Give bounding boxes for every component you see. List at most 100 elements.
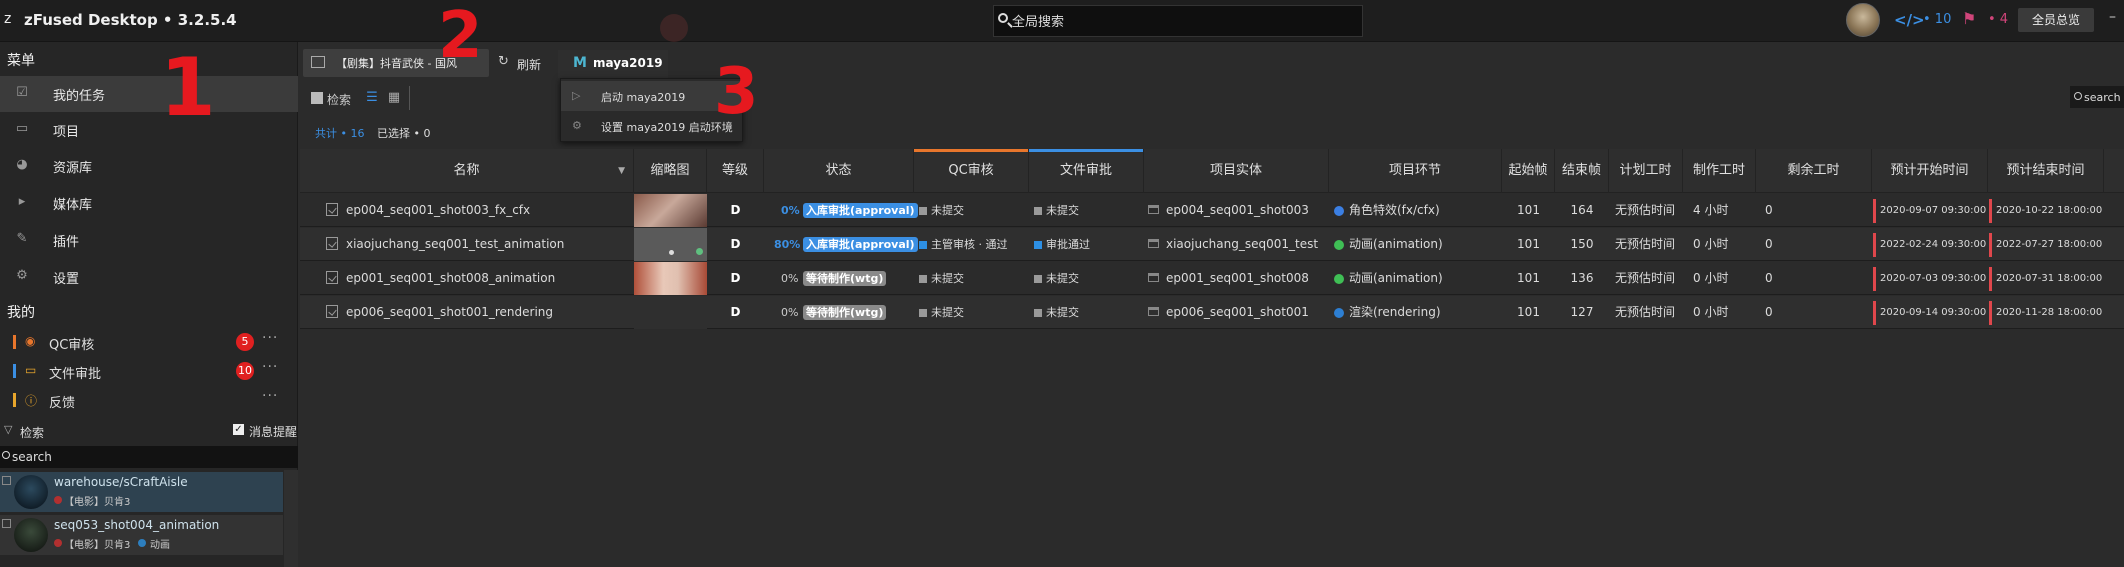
launch-maya-tab[interactable]: M maya2019 [558,50,668,78]
task-progress: 0% [781,204,800,217]
column-header-thumbnail[interactable]: 缩略图 [634,149,707,193]
launch-tab-label: maya2019 [593,56,663,70]
minimize-icon[interactable]: – [2109,9,2116,25]
user-avatar[interactable] [1846,3,1880,37]
asset-checkbox[interactable] [2,519,11,528]
task-entity: ep001_seq001_shot008 [1166,271,1309,285]
total-count: 共计 • 16 [315,127,365,140]
grid-view-icon[interactable]: ▦ [384,86,404,110]
project-dot [54,496,62,504]
qc-status: 未提交 [931,204,964,217]
start-time: 2022-02-24 09:30:00 [1880,239,1987,250]
column-header-plan-hours[interactable]: 计划工时 [1609,149,1683,193]
start-frame: 101 [1517,203,1540,217]
sidebar-item-label: 资源库 [53,161,93,176]
column-header-stage[interactable]: 项目环节 [1329,149,1502,193]
task-search-input[interactable] [2084,88,2124,106]
column-header-qc[interactable]: QC审核 [914,149,1029,193]
sidebar-search-input[interactable] [12,448,282,466]
column-header-start-time[interactable]: 预计开始时间 [1872,149,1988,193]
gear-icon: ⚙ [16,268,28,283]
table-row[interactable]: ep006_seq001_shot001_rendering D 0% 等待制作… [300,296,2124,329]
plan-hours: 无预估时间 [1615,203,1676,217]
plan-hours: 无预估时间 [1615,237,1676,251]
task-name: ep004_seq001_shot003_fx_cfx [346,203,531,217]
asset-card[interactable]: warehouse/sCraftAisle 【电影】贝肯3 [0,472,283,512]
sidebar-item-label: 我的任务 [53,89,106,104]
column-header-end-frame[interactable]: 结束帧 [1555,149,1609,193]
column-label: 名称 [453,163,480,178]
start-frame: 101 [1517,271,1540,285]
remain-hours: 0 [1765,237,1773,251]
list-view-icon[interactable]: ☰ [362,86,382,110]
stage-dot [1334,240,1344,250]
file-status: 未提交 [1046,272,1079,285]
qc-status-square [919,275,927,283]
tag-icon[interactable]: ⚑ [1962,9,1976,28]
status-badge: 等待制作(wtg) [803,305,887,320]
column-header-status[interactable]: 状态 [764,149,914,193]
task-entity: xiaojuchang_seq001_test [1166,237,1319,251]
remain-hours: 0 [1765,203,1773,217]
filter-icon[interactable]: ▽ [4,423,12,436]
file-status: 未提交 [1046,204,1079,217]
sidebar-item-settings[interactable]: ⚙ 设置 [0,259,298,295]
column-header-entity[interactable]: 项目实体 [1144,149,1329,193]
column-header-name[interactable]: 名称 ▼ [300,149,634,193]
qc-status: 未提交 [931,306,964,319]
sidebar-item-file-approval[interactable]: ▭ 文件审批 10 ··· [0,357,298,385]
column-header-level[interactable]: 等级 [707,149,764,193]
end-frame: 136 [1570,271,1594,285]
search-icon [2,451,10,459]
sidebar-item-projects[interactable]: ▭ 项目 [0,112,298,148]
sidebar-item-feedback[interactable]: ⓘ 反馈 ··· [0,386,298,414]
date-bar [1989,301,1992,325]
more-icon[interactable]: ··· [262,388,278,404]
tag-count: • 4 [1988,12,2009,27]
overview-button[interactable]: 全员总览 [2018,8,2094,32]
refresh-button[interactable]: 刷新 [517,56,541,73]
column-header-remain-hours[interactable]: 剩余工时 [1756,149,1872,193]
sidebar-item-plugins[interactable]: ✎ 插件 [0,222,298,258]
task-level: D [730,237,741,251]
task-icon [326,271,338,284]
column-header-file-approval[interactable]: 文件审批 [1029,149,1144,193]
global-search-field[interactable] [993,5,1363,37]
date-bar [1873,199,1876,223]
more-icon[interactable]: ··· [262,359,278,375]
column-header-start-frame[interactable]: 起始帧 [1502,149,1555,193]
remain-hours: 0 [1765,305,1773,319]
sidebar-item-media-library[interactable]: ▸ 媒体库 [0,185,298,221]
search-checkbox[interactable] [311,92,323,104]
asset-card[interactable]: seq053_shot004_animation 【电影】贝肯3 动画 [0,515,283,555]
table-row[interactable]: ep004_seq001_shot003_fx_cfx D 0% 入库审批(ap… [300,194,2124,227]
menu-item-label: 设置 maya2019 启动环境 [601,121,733,134]
global-search-input[interactable] [1012,12,1352,32]
sidebar-scrollbar[interactable] [284,470,298,567]
gear-icon: ⚙ [572,119,582,132]
task-name: ep006_seq001_shot001_rendering [346,305,554,319]
status-badge: 入库审批(approval) [803,237,918,252]
more-icon[interactable]: ··· [262,330,278,346]
task-search-field[interactable] [2070,86,2124,108]
table-row[interactable]: xiaojuchang_seq001_test_animation D 80% … [300,228,2124,261]
accent-bar [1029,149,1143,152]
column-header-end-time[interactable]: 预计结束时间 [1988,149,2104,193]
table-row[interactable]: ep001_seq001_shot008_animation D 0% 等待制作… [300,262,2124,295]
file-status-square [1034,275,1042,283]
sidebar-item-asset-library[interactable]: ◕ 资源库 [0,148,298,184]
asset-checkbox[interactable] [2,476,11,485]
remind-checkbox[interactable]: ✓ [233,424,244,435]
sidebar-item-my-tasks[interactable]: ☑ 我的任务 [0,76,298,112]
color-bar [13,393,16,407]
code-icon[interactable]: </> [1894,11,1925,29]
column-header-make-hours[interactable]: 制作工时 [1683,149,1756,193]
sidebar-search-field[interactable] [0,446,298,468]
sidebar-item-label: 反馈 [49,396,76,411]
refresh-icon[interactable]: ↻ [498,54,509,69]
task-check-icon: ☑ [16,85,28,100]
sidebar-item-qc-review[interactable]: ◉ QC审核 5 ··· [0,328,298,356]
task-stage: 角色特效(fx/cfx) [1349,203,1440,217]
filter-label[interactable]: 检索 [20,424,44,441]
qc-status-square [919,309,927,317]
